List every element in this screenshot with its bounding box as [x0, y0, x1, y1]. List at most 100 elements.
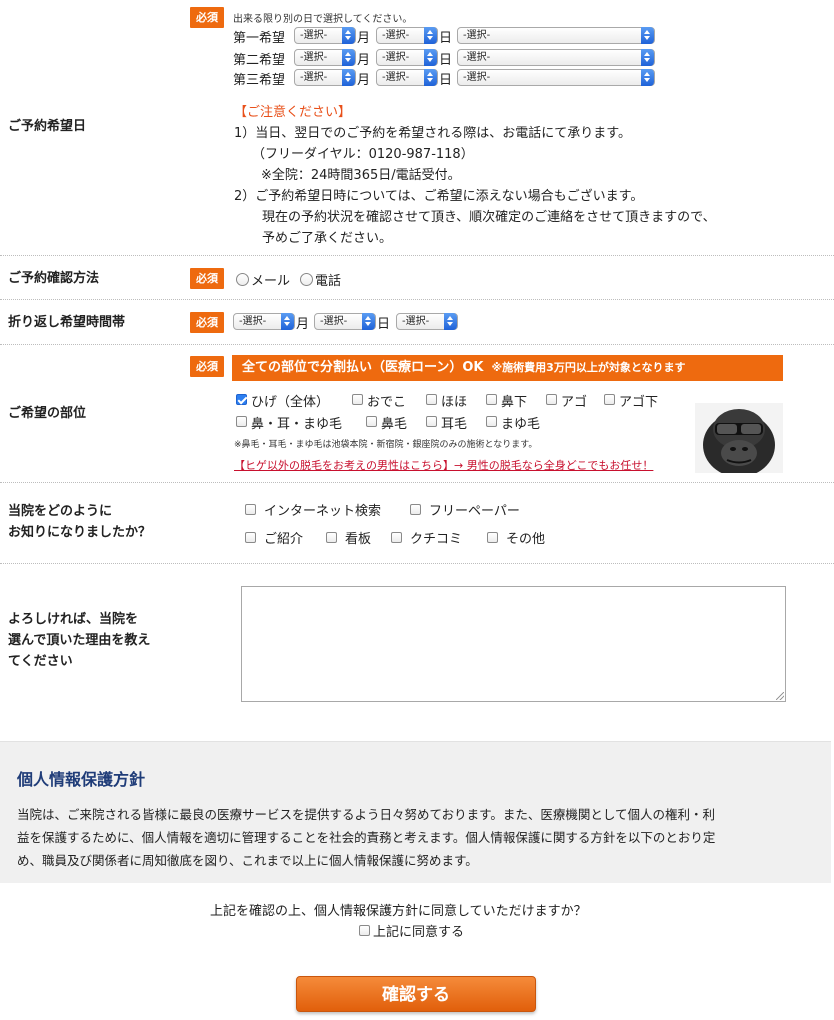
radio-email[interactable]	[236, 273, 249, 286]
select-value: -選択-	[463, 30, 491, 41]
select-value: -選択-	[463, 72, 491, 83]
chevron-updown-icon	[342, 69, 355, 86]
label-reason-1: よろしければ、当院を	[8, 612, 139, 627]
unit-day: 日	[439, 73, 453, 88]
privacy-policy-title: 個人情報保護方針	[17, 770, 146, 789]
notice-line: 現在の予約状況を確認させて頂き、順次確定のご連絡をさせて頂きますので、	[262, 210, 716, 225]
mens-hair-removal-link[interactable]: 【ヒゲ以外の脱毛をお考えの男性はこちら】→ 男性の脱毛なら全身どこでもお任せ！	[234, 457, 653, 473]
choice2-time-select[interactable]: -選択-	[457, 49, 655, 66]
choice2-day-select[interactable]: -選択-	[376, 49, 438, 66]
checkbox-word-of-mouth[interactable]	[391, 532, 402, 543]
checkbox-part[interactable]	[426, 394, 437, 405]
loan-banner: 全ての部位で分割払い（医療ローン）OK ※施術費用3万円以上が対象となります	[232, 355, 783, 381]
choice1-month-select[interactable]: -選択-	[294, 27, 356, 44]
part-label: 鼻・耳・まゆ毛	[251, 417, 343, 432]
checkbox-free-paper[interactable]	[410, 504, 421, 515]
chevron-updown-icon	[641, 27, 654, 44]
label-reason-2: 選んで頂いた理由を教え	[8, 633, 151, 648]
label-referral-source-1: 当院をどのように	[8, 504, 113, 519]
required-badge: 必須	[190, 356, 224, 377]
part-label: ほほ	[441, 395, 468, 410]
source-label: ご紹介	[264, 532, 304, 547]
unit-month: 月	[357, 31, 371, 46]
radio-phone[interactable]	[300, 273, 313, 286]
unit-month: 月	[296, 317, 310, 332]
callback-day-select[interactable]: -選択-	[314, 313, 376, 330]
agree-checkbox[interactable]	[359, 925, 370, 936]
part-label: おでこ	[367, 395, 407, 410]
checkbox-part[interactable]	[426, 416, 437, 427]
part-label: 鼻毛	[381, 417, 408, 432]
agree-checkbox-label: 上記に同意する	[373, 925, 465, 940]
select-value: -選択-	[300, 30, 328, 41]
row-callback-time: 折り返し希望時間帯 必須 -選択- 月 -選択- 日 -選択-	[0, 301, 834, 345]
notice-line: 1）当日、翌日でのご予約を希望される際は、お電話にて承ります。	[234, 126, 631, 141]
checkbox-referral[interactable]	[245, 532, 256, 543]
row-referral-source: 当院をどのように お知りになりましたか？ インターネット検索 フリーペーパー ご…	[0, 484, 834, 564]
label-confirm-method: ご予約確認方法	[8, 271, 100, 286]
select-value: -選択-	[239, 316, 267, 327]
choice3-day-select[interactable]: -選択-	[376, 69, 438, 86]
choice-label-2: 第二希望	[233, 53, 286, 68]
select-value: -選択-	[382, 72, 410, 83]
part-label: アゴ	[561, 395, 588, 410]
chevron-updown-icon	[641, 69, 654, 86]
chevron-updown-icon	[424, 69, 437, 86]
row-confirm-method: ご予約確認方法 必須 メール 電話	[0, 257, 834, 300]
choice1-time-select[interactable]: -選択-	[457, 27, 655, 44]
choice1-day-select[interactable]: -選択-	[376, 27, 438, 44]
label-reservation-date: ご予約希望日	[8, 119, 87, 134]
part-label: 耳毛	[441, 417, 468, 432]
notice-line: ※全院：24時間365日/電話受付。	[261, 168, 461, 183]
select-value: -選択-	[463, 52, 491, 63]
callback-time-select[interactable]: -選択-	[396, 313, 458, 330]
confirm-button[interactable]: 確認する	[296, 976, 536, 1012]
part-label: まゆ毛	[501, 417, 541, 432]
checkbox-other[interactable]	[487, 532, 498, 543]
label-referral-source-2: お知りになりましたか？	[8, 525, 152, 540]
choice3-month-select[interactable]: -選択-	[294, 69, 356, 86]
part-label: ひげ（全体）	[251, 395, 330, 410]
choice-label-1: 第一希望	[233, 31, 286, 46]
checkbox-part[interactable]	[604, 394, 615, 405]
checkbox-part[interactable]	[546, 394, 557, 405]
label-reason-3: てください	[8, 654, 73, 669]
label-desired-parts: ご希望の部位	[8, 406, 87, 421]
row-reservation-date: ご予約希望日 必須 出来る限り別の日で選択してください。 第一希望 -選択- 月…	[0, 0, 834, 256]
part-label: 鼻下	[501, 395, 528, 410]
select-value: -選択-	[382, 52, 410, 63]
chevron-updown-icon	[342, 49, 355, 66]
notice-line: （フリーダイヤル：0120-987-118）	[252, 147, 474, 162]
resize-handle-icon[interactable]	[776, 692, 784, 700]
unit-month: 月	[357, 53, 371, 68]
notice-line: 2）ご予約希望日時については、ご希望に添えない場合もございます。	[234, 189, 644, 204]
choice2-month-select[interactable]: -選択-	[294, 49, 356, 66]
required-badge: 必須	[190, 7, 224, 28]
source-label: クチコミ	[410, 532, 463, 547]
select-value: -選択-	[320, 316, 348, 327]
checkbox-signboard[interactable]	[326, 532, 337, 543]
checkbox-part[interactable]	[366, 416, 377, 427]
choice3-time-select[interactable]: -選択-	[457, 69, 655, 86]
privacy-policy-body: 当院は、ご来院される皆様に最良の医療サービスを提供するよう日々努めております。ま…	[17, 803, 817, 872]
chevron-updown-icon	[641, 49, 654, 66]
choice-label-3: 第三希望	[233, 73, 286, 88]
unit-day: 日	[439, 31, 453, 46]
checkbox-part[interactable]	[236, 394, 247, 405]
checkbox-internet-search[interactable]	[245, 504, 256, 515]
banner-main: 全ての部位で分割払い（医療ローン）OK	[242, 360, 484, 375]
date-instruction: 出来る限り別の日で選択してください。	[233, 14, 413, 25]
reason-textarea[interactable]	[241, 586, 786, 702]
callback-month-select[interactable]: -選択-	[233, 313, 295, 330]
source-label: インターネット検索	[264, 504, 382, 519]
chevron-updown-icon	[362, 313, 375, 330]
chevron-updown-icon	[424, 27, 437, 44]
checkbox-part[interactable]	[236, 416, 247, 427]
unit-day: 日	[377, 317, 391, 332]
checkbox-part[interactable]	[352, 394, 363, 405]
radio-phone-label: 電話	[315, 274, 342, 289]
select-value: -選択-	[402, 316, 430, 327]
parts-note: ※鼻毛・耳毛・まゆ毛は池袋本院・新宿院・銀座院のみの施術となります。	[234, 440, 538, 450]
checkbox-part[interactable]	[486, 416, 497, 427]
checkbox-part[interactable]	[486, 394, 497, 405]
